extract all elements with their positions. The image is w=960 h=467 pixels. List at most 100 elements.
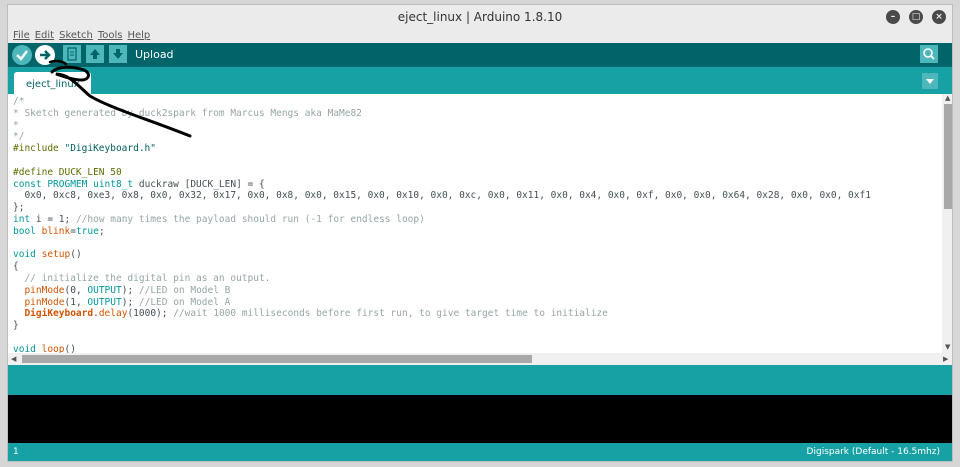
vertical-scroll-thumb[interactable] bbox=[944, 104, 952, 209]
code-token: 0x0, 0xc8, 0xe3, 0x8, 0x0, 0x32, 0x17, 0… bbox=[13, 190, 871, 202]
code-token: //how many times the payload should run … bbox=[75, 213, 425, 225]
code-token: * Sketch generated by duck2spark from Ma… bbox=[13, 107, 362, 119]
code-line: // initialize the digital pin as an outp… bbox=[13, 273, 871, 285]
code-line: bool blink=true; bbox=[13, 226, 871, 238]
code-line: /* bbox=[13, 96, 871, 108]
code-token: #define DUCK_LEN 50 bbox=[13, 166, 122, 178]
tab-menu-button[interactable] bbox=[922, 73, 938, 89]
code-line: int i = 1; //how many times the payload … bbox=[13, 214, 871, 226]
code-line: * Sketch generated by duck2spark from Ma… bbox=[13, 108, 871, 120]
code-line: }; bbox=[13, 202, 871, 214]
arrow-up-icon bbox=[90, 49, 100, 59]
code-token: OUTPUT bbox=[87, 296, 122, 308]
code-line: void loop() bbox=[13, 344, 871, 353]
magnifier-icon bbox=[923, 48, 935, 60]
scroll-up-icon[interactable]: ▲ bbox=[945, 94, 950, 102]
upload-button[interactable] bbox=[35, 45, 55, 65]
code-line: * bbox=[13, 120, 871, 132]
code-token: //wait 1000 milliseconds before first ru… bbox=[173, 308, 608, 320]
code-line: #include "DigiKeyboard.h" bbox=[13, 143, 871, 155]
code-token: "DigiKeyboard.h" bbox=[64, 143, 156, 155]
code-line: DigiKeyboard.delay(1000); //wait 1000 mi… bbox=[13, 308, 871, 320]
code-token: delay bbox=[98, 308, 128, 320]
menu-file[interactable]: File bbox=[13, 29, 30, 43]
code-token: () bbox=[64, 343, 76, 353]
arrow-down-icon bbox=[113, 49, 123, 59]
code-token: (1000); bbox=[127, 308, 174, 320]
code-line: void setup() bbox=[13, 249, 871, 261]
code-token: { bbox=[13, 261, 19, 273]
document-icon bbox=[67, 47, 77, 61]
code-token: ); bbox=[121, 296, 139, 308]
verify-button[interactable] bbox=[12, 45, 32, 65]
horizontal-scroll-thumb[interactable] bbox=[22, 355, 532, 363]
arduino-ide-window: eject_linux | Arduino 1.8.10 – □ × File … bbox=[7, 4, 953, 462]
code-token: DigiKeyboard bbox=[24, 308, 94, 320]
menu-bar: File Edit Sketch Tools Help bbox=[8, 29, 952, 43]
menu-edit[interactable]: Edit bbox=[35, 29, 54, 43]
menu-help[interactable]: Help bbox=[127, 29, 150, 43]
code-text: /* * Sketch generated by duck2spark from … bbox=[13, 96, 871, 353]
code-line: const PROGMEM uint8_t duckraw [DUCK_LEN]… bbox=[13, 179, 871, 191]
code-line: { bbox=[13, 261, 871, 273]
scroll-right-icon[interactable]: ▶ bbox=[943, 355, 948, 363]
code-token: } bbox=[13, 320, 19, 332]
code-line: 0x0, 0xc8, 0xe3, 0x8, 0x0, 0x32, 0x17, 0… bbox=[13, 190, 871, 202]
window-title: eject_linux | Arduino 1.8.10 bbox=[397, 10, 563, 24]
code-token: () bbox=[70, 249, 82, 261]
tab-eject-linux[interactable]: eject_linux bbox=[14, 72, 91, 94]
scroll-left-icon[interactable]: ◀ bbox=[11, 355, 16, 363]
chevron-down-icon bbox=[926, 79, 934, 84]
save-button[interactable] bbox=[109, 45, 127, 63]
code-token: (1, bbox=[64, 296, 88, 308]
check-icon bbox=[16, 50, 28, 61]
code-token: void bbox=[13, 343, 42, 353]
code-token: void bbox=[13, 249, 42, 261]
close-button[interactable]: × bbox=[932, 10, 946, 24]
code-token: }; bbox=[13, 202, 25, 214]
code-token: bool bbox=[13, 225, 42, 237]
menu-sketch[interactable]: Sketch bbox=[59, 29, 93, 43]
toolbar: Upload bbox=[8, 43, 952, 67]
code-line: #define DUCK_LEN 50 bbox=[13, 167, 871, 179]
code-line: pinMode(0, OUTPUT); //LED on Model B bbox=[13, 285, 871, 297]
window-controls: – □ × bbox=[886, 10, 946, 24]
code-token: */ bbox=[13, 131, 25, 143]
code-token: pinMode bbox=[24, 296, 65, 308]
maximize-button[interactable]: □ bbox=[909, 10, 923, 24]
code-token: //LED on Model B bbox=[138, 284, 231, 296]
code-token: #include bbox=[13, 143, 65, 155]
vertical-scrollbar[interactable]: ▲ ▼ bbox=[942, 94, 952, 353]
scroll-down-icon[interactable]: ▼ bbox=[945, 343, 950, 351]
status-bar: 1 Digispark (Default - 16.5mhz) bbox=[8, 443, 952, 461]
code-token: // initialize the digital pin as an outp… bbox=[13, 272, 271, 284]
minimize-button[interactable]: – bbox=[886, 10, 900, 24]
open-button[interactable] bbox=[86, 45, 104, 63]
code-token: int bbox=[13, 213, 36, 225]
code-token: i = 1; bbox=[35, 213, 76, 225]
code-token: ; bbox=[98, 225, 105, 237]
new-button[interactable] bbox=[63, 45, 81, 63]
console-output[interactable] bbox=[8, 395, 952, 443]
code-line: } bbox=[13, 320, 871, 332]
code-line: */ bbox=[13, 131, 871, 143]
code-token: uint8_t bbox=[93, 178, 139, 190]
menu-tools[interactable]: Tools bbox=[98, 29, 123, 43]
serial-monitor-button[interactable] bbox=[920, 45, 938, 63]
tab-bar: eject_linux bbox=[8, 67, 952, 94]
code-token: /* bbox=[13, 96, 25, 107]
code-token: pinMode bbox=[24, 284, 65, 296]
code-token: OUTPUT bbox=[87, 284, 122, 296]
title-bar: eject_linux | Arduino 1.8.10 – □ × bbox=[8, 5, 952, 29]
line-number: 1 bbox=[13, 447, 19, 457]
horizontal-scrollbar[interactable]: ◀ ▶ bbox=[8, 353, 952, 365]
code-token: //LED on Model A bbox=[138, 296, 231, 308]
code-line: pinMode(1, OUTPUT); //LED on Model A bbox=[13, 297, 871, 309]
code-editor[interactable]: /* * Sketch generated by duck2spark from … bbox=[8, 94, 942, 353]
